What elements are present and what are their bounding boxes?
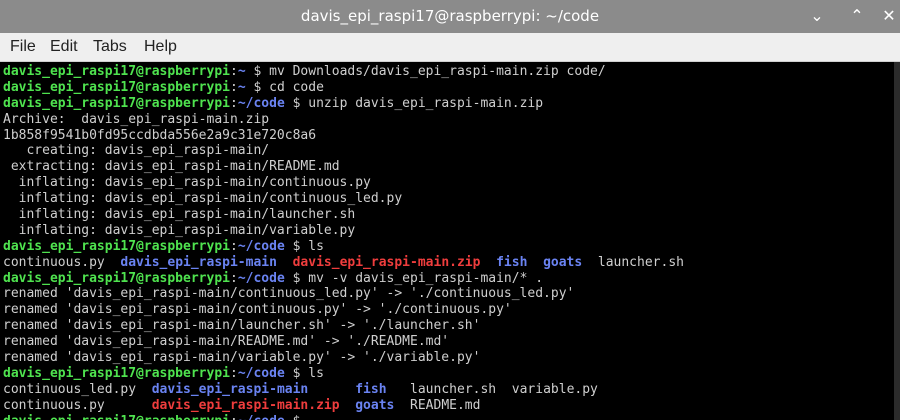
minimize-icon[interactable]: ⌄ — [806, 5, 828, 27]
terminal-scrollbar[interactable] — [894, 62, 900, 420]
command-line: davis_epi_raspi17@raspberrypi:~/code $ m… — [3, 270, 544, 286]
command-line: davis_epi_raspi17@raspberrypi:~/code $ l… — [3, 238, 324, 254]
prompt-path: ~/code — [238, 414, 285, 420]
command-line: davis_epi_raspi17@raspberrypi:~ $ mv Dow… — [3, 64, 606, 79]
output-line: renamed 'davis_epi_raspi-main/README.md'… — [3, 334, 450, 350]
directory-entry: fish — [496, 254, 528, 270]
close-icon[interactable]: ✕ — [878, 5, 900, 27]
title-bar[interactable]: davis_epi_raspi17@raspberrypi: ~/code ⌄ … — [0, 0, 900, 33]
command-line: davis_epi_raspi17@raspberrypi:~/code $ — [3, 414, 684, 420]
command-text: ls — [308, 238, 324, 254]
output-line: 1b858f9541b0fd95ccdbda556e2a9c31e720c8a6 — [3, 127, 317, 143]
ls-output-line: continuous_led.py davis_epi_raspi-main f… — [3, 382, 684, 398]
window-title: davis_epi_raspi17@raspberrypi: ~/code — [300, 7, 600, 25]
terminal-output[interactable]: davis_epi_raspi17@raspberrypi:~ $ mv Dow… — [0, 62, 894, 420]
menu-help[interactable]: Help — [144, 38, 177, 56]
file-entry: launcher.sh — [597, 254, 684, 270]
directory-entry: goats — [543, 254, 583, 270]
output-line: renamed 'davis_epi_raspi-main/variable.p… — [3, 350, 481, 366]
prompt-user: davis_epi_raspi17@raspberrypi — [3, 64, 230, 79]
archive-entry: davis_epi_raspi-main.zip — [292, 254, 481, 270]
file-entry: variable.py — [511, 381, 598, 397]
prompt-path: ~/code — [237, 270, 285, 286]
file-entry: continuous_led.py — [3, 381, 137, 397]
maximize-icon[interactable]: ⌃ — [846, 5, 868, 27]
menu-tabs[interactable]: Tabs — [93, 38, 127, 56]
command-text: cd code — [269, 79, 324, 95]
terminal-window: davis_epi_raspi17@raspberrypi: ~/code ⌄ … — [0, 0, 900, 420]
menu-bar: File Edit Tabs Help — [0, 33, 900, 62]
prompt-user: davis_epi_raspi17@raspberrypi — [3, 414, 230, 420]
output-line: Archive: davis_epi_raspi-main.zip — [3, 111, 270, 127]
prompt-path: ~/code — [237, 238, 285, 254]
output-line: inflating: davis_epi_raspi-main/launcher… — [3, 207, 356, 223]
output-line: inflating: davis_epi_raspi-main/variable… — [3, 222, 356, 238]
prompt-user: davis_epi_raspi17@raspberrypi — [3, 238, 230, 254]
directory-entry: davis_epi_raspi-main — [120, 254, 277, 270]
ls-output-line: continuous.py davis_epi_raspi-main.zip g… — [3, 398, 684, 414]
directory-entry: goats — [355, 397, 395, 413]
menu-edit[interactable]: Edit — [50, 38, 78, 56]
directory-entry: davis_epi_raspi-main — [151, 381, 309, 397]
prompt-path: ~ — [237, 79, 246, 95]
prompt-user: davis_epi_raspi17@raspberrypi — [3, 79, 230, 95]
command-text: mv Downloads/davis_epi_raspi-main.zip co… — [269, 64, 606, 79]
command-line: davis_epi_raspi17@raspberrypi:~/code $ u… — [3, 95, 544, 111]
command-text: ls — [308, 365, 324, 381]
prompt-path: ~/code — [237, 95, 285, 111]
output-line: inflating: davis_epi_raspi-main/continuo… — [3, 191, 403, 207]
output-line: creating: davis_epi_raspi-main/ — [3, 143, 270, 159]
menu-file[interactable]: File — [10, 38, 36, 56]
file-entry: continuous.py — [3, 254, 105, 270]
directory-entry: fish — [355, 381, 387, 397]
file-entry: continuous.py — [3, 397, 105, 413]
output-line: extracting: davis_epi_raspi-main/README.… — [3, 159, 340, 175]
prompt-user: davis_epi_raspi17@raspberrypi — [3, 365, 230, 381]
output-line: inflating: davis_epi_raspi-main/continuo… — [3, 175, 371, 191]
prompt-path: ~/code — [237, 365, 285, 381]
file-entry: README.md — [410, 397, 481, 413]
command-text: unzip davis_epi_raspi-main.zip — [308, 95, 544, 111]
command-text: mv -v davis_epi_raspi-main/* . — [308, 270, 544, 286]
output-line: renamed 'davis_epi_raspi-main/continuous… — [3, 302, 512, 318]
output-line: renamed 'davis_epi_raspi-main/launcher.s… — [3, 318, 481, 334]
prompt-user: davis_epi_raspi17@raspberrypi — [3, 95, 230, 111]
ls-output-line: continuous.py davis_epi_raspi-main davis… — [3, 255, 684, 271]
command-line: davis_epi_raspi17@raspberrypi:~ $ cd cod… — [3, 79, 324, 95]
command-line: davis_epi_raspi17@raspberrypi:~/code $ l… — [3, 365, 324, 381]
archive-entry: davis_epi_raspi-main.zip — [151, 397, 340, 413]
output-line: renamed 'davis_epi_raspi-main/continuous… — [3, 286, 575, 302]
prompt-path: ~ — [237, 64, 246, 79]
file-entry: launcher.sh — [410, 381, 497, 397]
prompt-user: davis_epi_raspi17@raspberrypi — [3, 270, 230, 286]
